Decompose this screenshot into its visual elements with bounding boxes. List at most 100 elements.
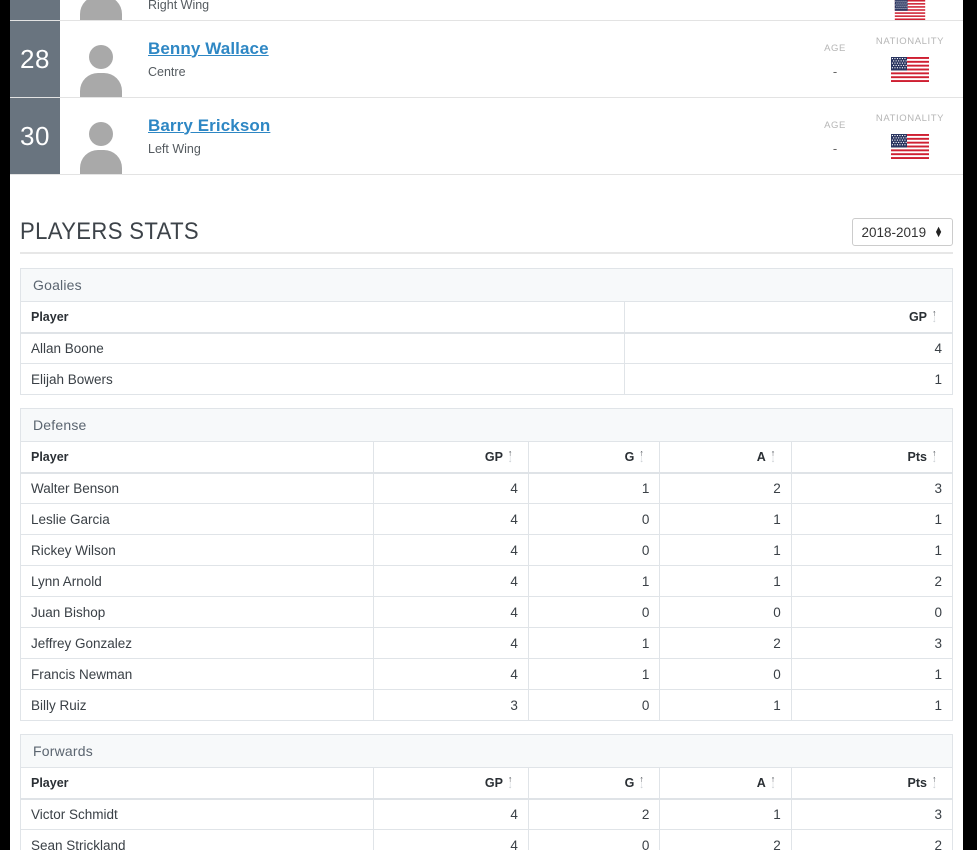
column-header-g[interactable]: G ↑ ↓ [527,767,661,800]
sort-toggle-icon[interactable]: ↑ ↓ [508,448,518,463]
usa-flag-icon [894,0,926,20]
column-header-g[interactable]: G ↑ ↓ [527,441,661,474]
player-name-link[interactable]: Barry Erickson [148,115,803,137]
table-row[interactable]: Jeffrey Gonzalez 4 1 2 3 [19,627,954,659]
table-row[interactable]: Juan Bishop 4 0 0 0 [19,596,954,628]
table-row[interactable]: Elijah Bowers 1 [20,363,954,395]
player-avatar-icon [77,0,125,20]
cell-stat: 4 [373,503,529,535]
sort-toggle-icon[interactable]: ↑ ↓ [639,774,649,789]
cell-stat: 0 [527,596,661,628]
stats-header-row: Player GP ↑ ↓ G ↑ ↓ A ↑ ↓ Pts ↑ ↓ [19,767,954,800]
stats-section-header: Forwards [20,734,953,767]
column-header-pts[interactable]: Pts ↑ ↓ [790,441,954,474]
cell-stat: 1 [659,565,792,597]
table-row[interactable]: Lynn Arnold 4 1 1 2 [19,565,954,597]
season-select-value: 2018-2019 [861,224,927,240]
cell-player: Walter Benson [19,472,375,504]
sort-toggle-icon[interactable]: ↑ ↓ [771,448,781,463]
player-avatar-icon [77,43,125,97]
column-header-label: GP [908,309,927,324]
cell-player: Francis Newman [19,658,375,690]
table-row[interactable]: Sean Strickland 4 0 2 2 [19,829,954,850]
cell-player: Juan Bishop [19,596,375,628]
column-header-label: GP [484,775,503,790]
cell-stat: 2 [659,472,792,504]
cell-player: Victor Schmidt [19,798,375,830]
stats-header-row: Player GP ↑ ↓ [20,301,954,334]
jersey-number: 30 [10,98,60,174]
nationality-label: NATIONALITY [875,113,945,124]
cell-stat: 1 [527,627,661,659]
title-divider [20,252,953,254]
cell-player: Elijah Bowers [20,363,625,395]
usa-flag-icon [891,57,929,82]
season-select[interactable]: 2018-2019 ▲ ▼ [851,218,953,246]
cell-stat: 1 [659,534,792,566]
sort-toggle-icon[interactable]: ↑ ↓ [639,448,649,463]
column-header-gp[interactable]: GP ↑ ↓ [623,301,954,334]
cell-stat: 1 [659,689,792,721]
players-stats-header: PLAYERS STATS 2018-2019 ▲ ▼ [20,175,953,252]
players-stats-section: PLAYERS STATS 2018-2019 ▲ ▼ Goalies Player… [10,175,963,850]
stats-table: Player GP ↑ ↓ G ↑ ↓ A ↑ ↓ Pts ↑ ↓ Walter Benson 4 1 2 3 Le… [19,441,954,721]
cell-stat: 1 [527,472,661,504]
column-header-label: A [756,775,766,790]
column-header-a[interactable]: A ↑ ↓ [659,441,792,474]
cell-player: Lynn Arnold [19,565,375,597]
cell-stat: 3 [790,472,954,504]
nationality-meta: NATIONALITY [867,21,963,97]
table-row[interactable]: Leslie Garcia 4 0 1 1 [19,503,954,535]
column-header-label: Pts [907,775,927,790]
table-row[interactable]: Victor Schmidt 4 2 1 3 [19,798,954,830]
column-header-gp[interactable]: GP ↑ ↓ [373,767,529,800]
age-label: AGE [824,119,846,131]
page-title: PLAYERS STATS [20,218,200,245]
cell-stat: 0 [527,689,661,721]
player-avatar-icon [77,120,125,174]
roster-row[interactable]: Right Wing [10,0,963,21]
chevron-updown-icon: ▲ ▼ [934,224,943,239]
cell-stat: 1 [790,689,954,721]
cell-player: Rickey Wilson [19,534,375,566]
sort-toggle-icon[interactable]: ↑ ↓ [932,774,942,789]
cell-stat: 2 [659,627,792,659]
sort-toggle-icon[interactable]: ↑ ↓ [771,774,781,789]
table-row[interactable]: Allan Boone 4 [20,332,954,364]
table-row[interactable]: Francis Newman 4 1 0 1 [19,658,954,690]
age-meta: AGE - [803,21,867,97]
sort-toggle-icon[interactable]: ↑ ↓ [508,774,518,789]
avatar [60,0,142,20]
column-header-pts[interactable]: Pts ↑ ↓ [790,767,954,800]
player-name-link[interactable]: Benny Wallace [148,38,803,60]
roster-row[interactable]: 28 Benny Wallace Centre AGE - NATIONALITY [10,21,963,98]
cell-stat: 1 [527,658,661,690]
avatar [60,98,142,174]
cell-player: Leslie Garcia [19,503,375,535]
cell-stat: 0 [527,829,661,850]
table-row[interactable]: Billy Ruiz 3 0 1 1 [19,689,954,721]
cell-stat: 1 [623,363,954,395]
player-identity: Benny Wallace Centre [142,21,803,97]
cell-stat: 1 [790,658,954,690]
age-meta [803,0,867,20]
column-header-gp[interactable]: GP ↑ ↓ [373,441,529,474]
sort-toggle-icon[interactable]: ↑ ↓ [932,448,942,463]
age-value: - [832,63,838,79]
sort-toggle-icon[interactable]: ↑ ↓ [932,308,942,323]
table-row[interactable]: Walter Benson 4 1 2 3 [19,472,954,504]
cell-stat: 4 [373,658,529,690]
cell-stat: 1 [659,503,792,535]
column-header-a[interactable]: A ↑ ↓ [659,767,792,800]
age-value: - [832,140,838,156]
stats-sections: Goalies Player GP ↑ ↓ Allan Boone 4 Elijah Bowe… [19,268,954,850]
cell-stat: 2 [659,829,792,850]
roster-row[interactable]: 30 Barry Erickson Left Wing AGE - NATIONALITY [10,98,963,175]
age-label: AGE [824,42,846,54]
table-row[interactable]: Rickey Wilson 4 0 1 1 [19,534,954,566]
column-header-label: G [624,775,635,790]
player-position: Right Wing [148,0,210,12]
cell-stat: 4 [373,472,529,504]
cell-stat: 0 [527,503,661,535]
stats-header-row: Player GP ↑ ↓ G ↑ ↓ A ↑ ↓ Pts ↑ ↓ [19,441,954,474]
